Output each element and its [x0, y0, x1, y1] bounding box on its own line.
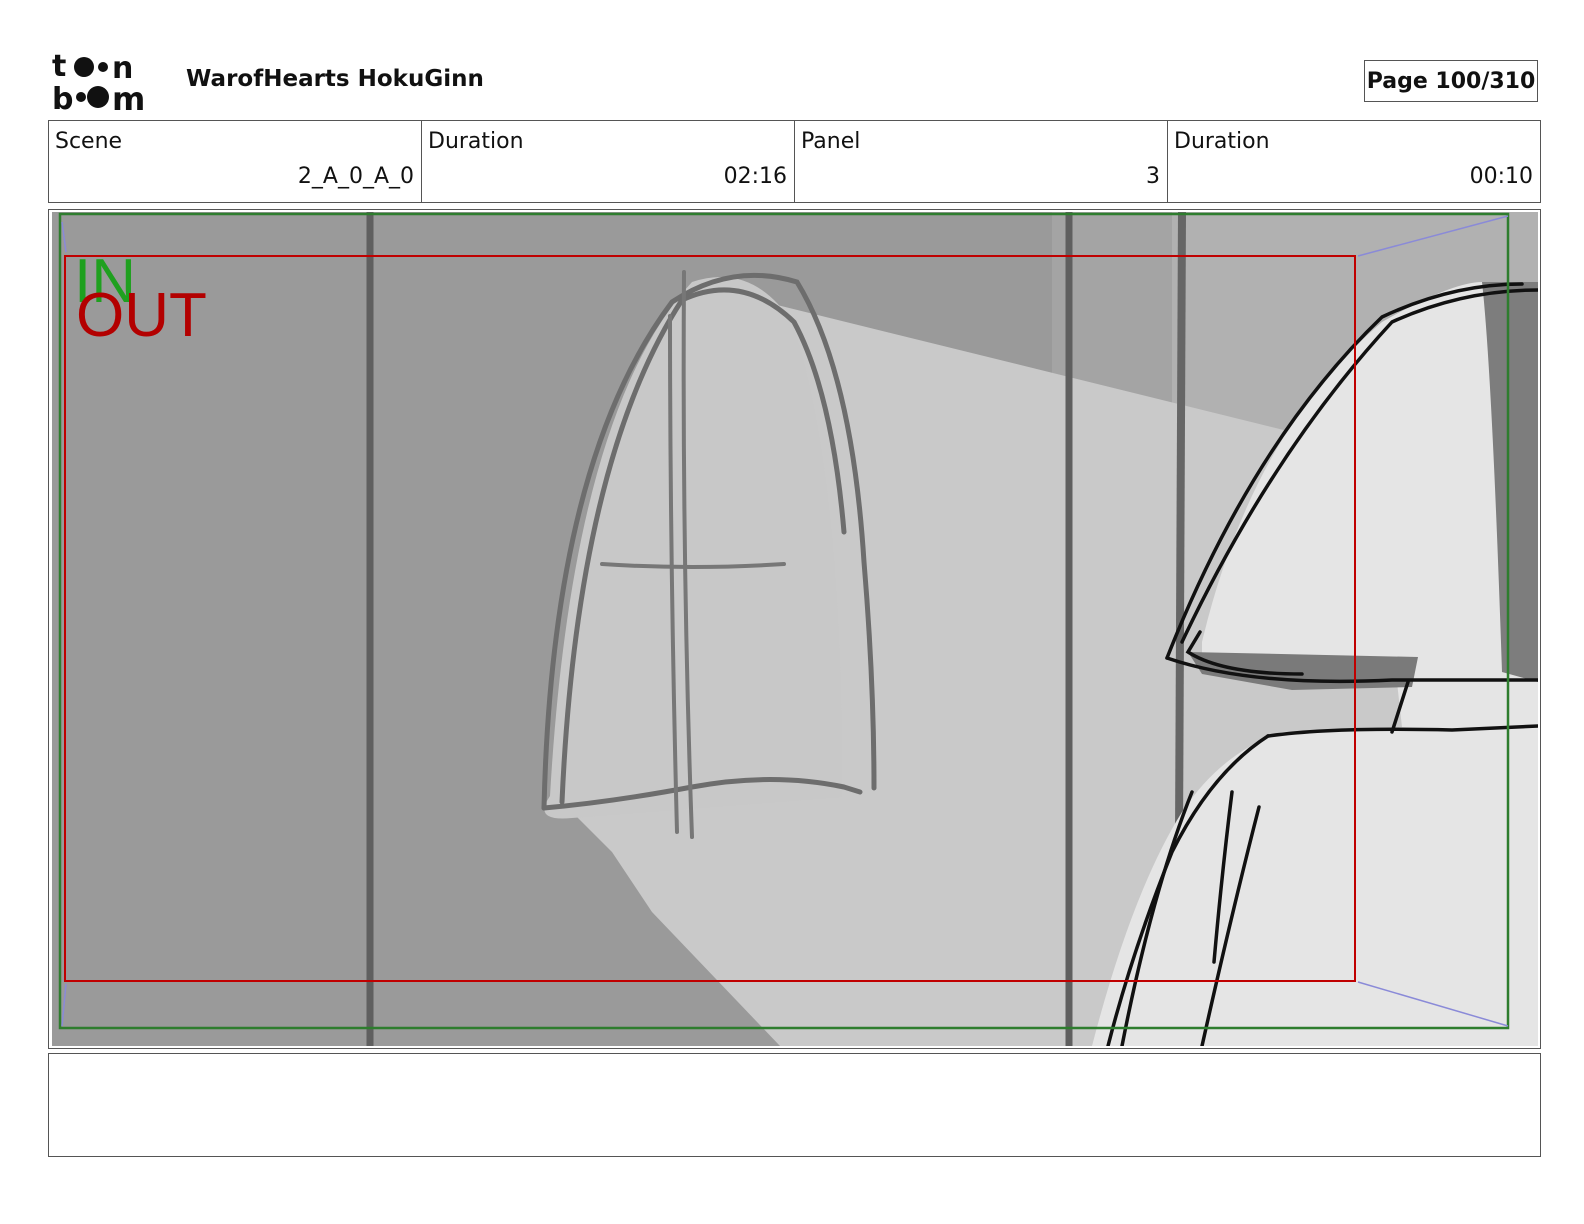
page-indicator: Page 100/310 — [1364, 60, 1538, 102]
panel-label: Panel — [801, 129, 861, 154]
svg-text:t: t — [52, 52, 66, 84]
svg-text:m: m — [112, 80, 145, 112]
svg-text:b: b — [52, 82, 73, 112]
scene-duration-label: Duration — [428, 129, 524, 154]
scene-value: 2_A_0_A_0 — [297, 164, 414, 189]
scene-label: Scene — [55, 129, 123, 154]
panel-duration-value: 00:10 — [1469, 164, 1533, 189]
panel-value: 3 — [1146, 164, 1160, 189]
scene-cell: Scene 2_A_0_A_0 — [49, 121, 422, 202]
panel-sketch: IN OUT — [52, 212, 1538, 1046]
panel-cell: Panel 3 — [795, 121, 1168, 202]
panel-notes — [48, 1053, 1541, 1157]
toon-boom-logo: t n b m — [52, 52, 145, 112]
out-label: OUT — [76, 281, 207, 350]
panel-duration-cell: Duration 00:10 — [1168, 121, 1540, 202]
scene-duration-cell: Duration 02:16 — [422, 121, 795, 202]
project-title: WarofHearts HokuGinn — [186, 66, 484, 92]
scene-info-row: Scene 2_A_0_A_0 Duration 02:16 Panel 3 D… — [48, 120, 1541, 203]
panel-duration-label: Duration — [1174, 129, 1270, 154]
scene-duration-value: 02:16 — [723, 164, 787, 189]
